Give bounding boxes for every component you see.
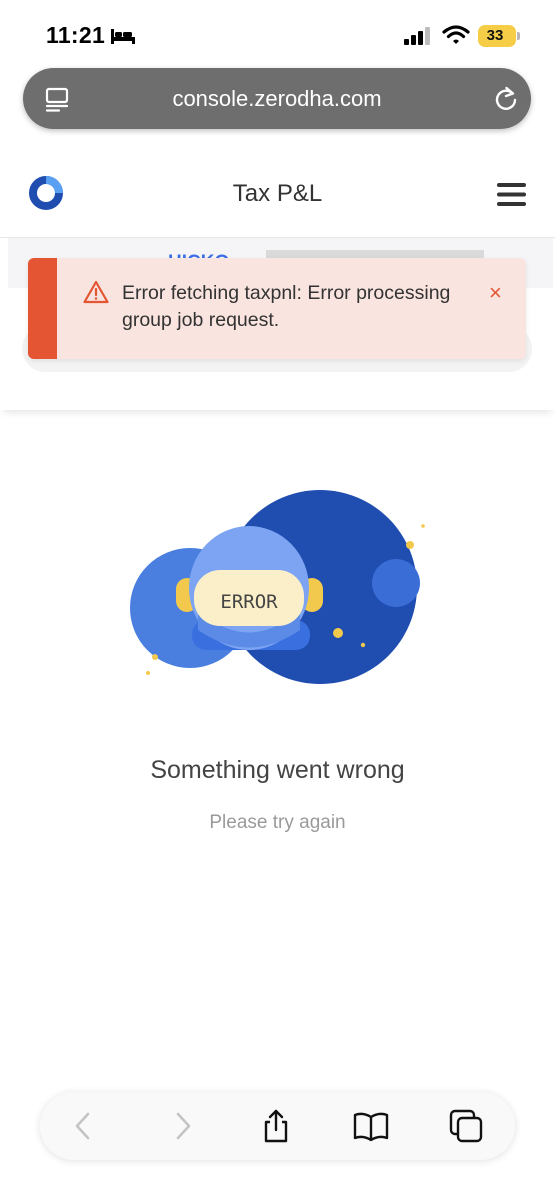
star-dot bbox=[146, 671, 150, 675]
error-subtitle: Please try again bbox=[209, 812, 346, 833]
battery-indicator: 33 bbox=[478, 25, 516, 47]
error-toast: Error fetching taxpnl: Error processing … bbox=[28, 258, 526, 359]
star-dot bbox=[360, 642, 366, 648]
toast-message: Error fetching taxpnl: Error processing … bbox=[122, 282, 451, 331]
address-bar[interactable]: console.zerodha.com bbox=[23, 68, 531, 129]
small-moon bbox=[372, 559, 420, 607]
app-header: Tax P&L bbox=[0, 152, 555, 238]
close-icon[interactable]: × bbox=[489, 280, 502, 306]
signal-icon bbox=[404, 27, 430, 45]
bookmarks-icon[interactable] bbox=[353, 1108, 389, 1144]
page-title: Tax P&L bbox=[232, 180, 323, 207]
status-bar: 11:21 33 bbox=[0, 0, 555, 70]
battery-level: 33 bbox=[486, 27, 504, 44]
toast-accent-bar bbox=[28, 258, 57, 359]
forward-icon[interactable] bbox=[164, 1108, 200, 1144]
bed-icon bbox=[111, 29, 135, 44]
error-illustration: ERROR bbox=[130, 490, 425, 684]
visor-text: ERROR bbox=[220, 591, 278, 613]
menu-icon[interactable] bbox=[496, 182, 528, 208]
share-icon[interactable] bbox=[258, 1108, 294, 1144]
wifi-icon bbox=[442, 25, 470, 44]
star-dot bbox=[406, 541, 414, 549]
url-text[interactable]: console.zerodha.com bbox=[23, 68, 531, 129]
reload-icon[interactable] bbox=[493, 85, 519, 113]
status-time: 11:21 bbox=[46, 22, 106, 48]
error-title: Something went wrong bbox=[150, 756, 405, 784]
back-icon[interactable] bbox=[66, 1108, 102, 1144]
star-dot bbox=[152, 654, 158, 660]
star-dot bbox=[333, 628, 343, 638]
browser-toolbar bbox=[40, 1092, 515, 1160]
battery-cap bbox=[517, 32, 520, 40]
star-dot bbox=[421, 524, 425, 528]
tabs-icon[interactable] bbox=[448, 1108, 484, 1144]
warning-icon bbox=[83, 280, 109, 304]
